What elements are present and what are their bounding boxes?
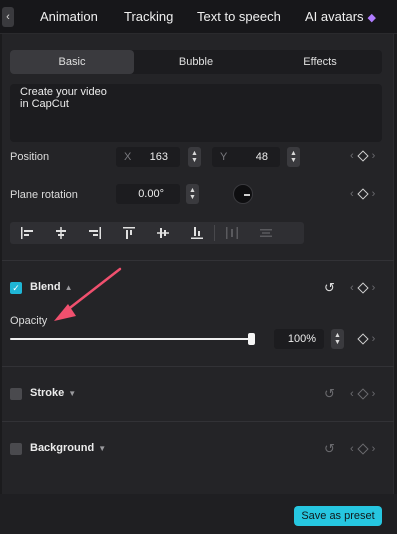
- blend-checkbox[interactable]: ✓: [10, 282, 22, 294]
- position-x-axis-label: X: [124, 151, 132, 163]
- opacity-slider-thumb[interactable]: [248, 333, 255, 345]
- distribute-horizontal-icon[interactable]: [215, 222, 249, 244]
- next-keyframe-icon[interactable]: ›: [372, 443, 376, 455]
- position-keyframe-controls: ‹ ›: [350, 150, 375, 162]
- tab-text-to-speech[interactable]: Text to speech: [197, 9, 281, 24]
- position-y-value: 48: [255, 151, 268, 163]
- caret-down-icon: ▼: [68, 389, 77, 398]
- position-y-axis-label: Y: [220, 151, 228, 163]
- chevron-left-icon: ‹: [6, 11, 10, 23]
- next-keyframe-icon[interactable]: ›: [372, 188, 376, 200]
- rotation-field[interactable]: 0.00°: [116, 184, 180, 204]
- chevron-up-icon: ▲: [334, 332, 341, 339]
- alignment-toolbar: [10, 222, 304, 244]
- distribute-vertical-icon[interactable]: [249, 222, 283, 244]
- tab-tracking[interactable]: Tracking: [124, 9, 173, 24]
- position-x-value: 163: [149, 151, 168, 163]
- opacity-label: Opacity: [10, 315, 48, 327]
- segment-tabs: Basic Bubble Effects: [10, 50, 382, 74]
- segment-bubble[interactable]: Bubble: [134, 50, 258, 74]
- opacity-keyframe-controls: ‹ ›: [350, 333, 375, 345]
- background-keyframe-controls: ‹ ›: [350, 443, 375, 455]
- opacity-slider-track[interactable]: [10, 338, 252, 340]
- tab-animation[interactable]: Animation: [40, 9, 98, 24]
- top-nav-bar: ‹ Animation Tracking Text to speech AI a…: [0, 0, 397, 34]
- plane-rotation-label: Plane rotation: [10, 189, 78, 201]
- section-divider: [2, 421, 394, 422]
- back-button[interactable]: ‹: [2, 7, 14, 27]
- stroke-section-header[interactable]: Stroke ▼: [30, 387, 76, 399]
- prev-keyframe-icon[interactable]: ‹: [350, 150, 354, 162]
- prev-keyframe-icon[interactable]: ‹: [350, 388, 354, 400]
- next-keyframe-icon[interactable]: ›: [372, 150, 376, 162]
- align-left-icon[interactable]: [10, 222, 44, 244]
- next-keyframe-icon[interactable]: ›: [372, 333, 376, 345]
- save-as-preset-button[interactable]: Save as preset: [294, 506, 382, 526]
- stroke-title: Stroke: [30, 387, 65, 399]
- chevron-up-icon: ▲: [191, 150, 198, 157]
- keyframe-diamond-icon[interactable]: [357, 282, 369, 294]
- chevron-down-icon: ▼: [189, 194, 196, 201]
- check-icon: ✓: [12, 282, 20, 293]
- opacity-stepper[interactable]: ▲ ▼: [331, 329, 344, 349]
- background-title: Background: [30, 442, 95, 454]
- rotation-stepper[interactable]: ▲ ▼: [186, 184, 199, 204]
- align-bottom-icon[interactable]: [180, 222, 214, 244]
- segment-basic[interactable]: Basic: [10, 50, 134, 74]
- next-keyframe-icon[interactable]: ›: [372, 282, 376, 294]
- rotation-keyframe-controls: ‹ ›: [350, 188, 375, 200]
- blend-keyframe-controls: ‹ ›: [350, 282, 375, 294]
- prev-keyframe-icon[interactable]: ‹: [350, 282, 354, 294]
- blend-section-header[interactable]: Blend ▲: [30, 281, 72, 293]
- align-center-horizontal-icon[interactable]: [44, 222, 78, 244]
- keyframe-diamond-icon[interactable]: [357, 188, 369, 200]
- background-section-header[interactable]: Background ▼: [30, 442, 106, 454]
- chevron-up-icon: ▲: [290, 150, 297, 157]
- position-label: Position: [10, 151, 50, 163]
- caret-down-icon: ▼: [98, 444, 107, 453]
- caret-up-icon: ▲: [64, 283, 73, 292]
- segment-effects[interactable]: Effects: [258, 50, 382, 74]
- align-center-vertical-icon[interactable]: [146, 222, 180, 244]
- background-checkbox[interactable]: [10, 443, 22, 455]
- align-right-icon[interactable]: [78, 222, 112, 244]
- rotation-dial[interactable]: [233, 184, 253, 204]
- keyframe-diamond-icon[interactable]: [357, 443, 369, 455]
- stroke-keyframe-controls: ‹ ›: [350, 388, 375, 400]
- chevron-up-icon: ▲: [189, 187, 196, 194]
- keyframe-diamond-icon[interactable]: [357, 388, 369, 400]
- keyframe-diamond-icon[interactable]: [357, 150, 369, 162]
- chevron-down-icon: ▼: [334, 339, 341, 346]
- reset-icon[interactable]: ↺: [324, 280, 335, 296]
- text-content-input[interactable]: Create your video in CapCut: [10, 84, 382, 142]
- position-x-field[interactable]: X 163: [116, 147, 180, 167]
- prev-keyframe-icon[interactable]: ‹: [350, 188, 354, 200]
- section-divider: [2, 260, 394, 261]
- reset-icon[interactable]: ↺: [324, 386, 335, 402]
- blend-title: Blend: [30, 281, 61, 293]
- position-y-field[interactable]: Y 48: [212, 147, 280, 167]
- next-keyframe-icon[interactable]: ›: [372, 388, 376, 400]
- align-top-icon[interactable]: [112, 222, 146, 244]
- tab-ai-avatars[interactable]: AI avatars ◆: [305, 9, 376, 24]
- opacity-value: 100%: [287, 333, 316, 345]
- reset-icon[interactable]: ↺: [324, 441, 335, 457]
- chevron-down-icon: ▼: [290, 157, 297, 164]
- prev-keyframe-icon[interactable]: ‹: [350, 443, 354, 455]
- keyframe-diamond-icon[interactable]: [357, 333, 369, 345]
- chevron-down-icon: ▼: [191, 157, 198, 164]
- tab-ai-avatars-label: AI avatars: [305, 9, 364, 24]
- opacity-value-field[interactable]: 100%: [274, 329, 324, 349]
- position-y-stepper[interactable]: ▲ ▼: [287, 147, 300, 167]
- rotation-value: 0.00°: [138, 188, 164, 200]
- position-x-stepper[interactable]: ▲ ▼: [188, 147, 201, 167]
- premium-diamond-icon: ◆: [367, 12, 376, 24]
- stroke-checkbox[interactable]: [10, 388, 22, 400]
- section-divider: [2, 366, 394, 367]
